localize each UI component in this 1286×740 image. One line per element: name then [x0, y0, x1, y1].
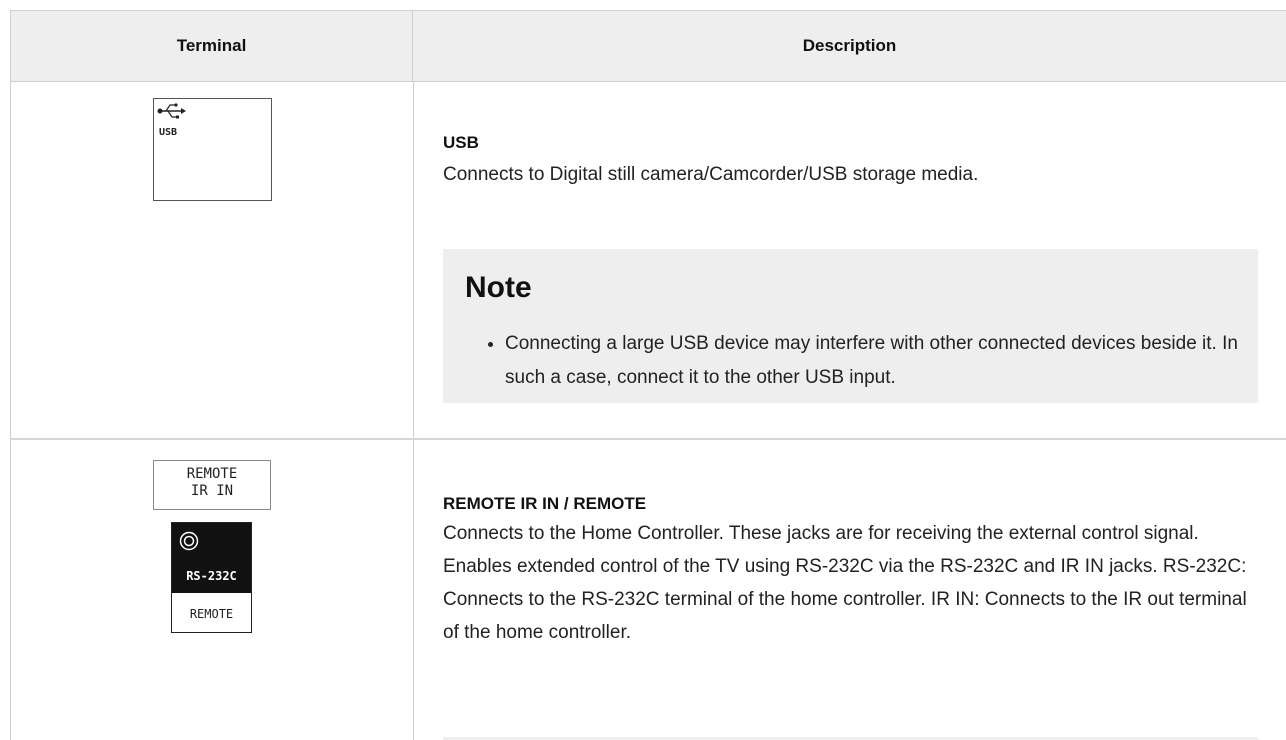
note-list: Connecting a large USB device may interf… — [443, 327, 1238, 395]
note-title: Note — [465, 271, 532, 304]
header-description: Description — [802, 36, 897, 55]
usb-description: Connects to Digital still camera/Camcord… — [443, 164, 979, 185]
remote-description: Connects to the Home Controller. These j… — [443, 523, 1247, 643]
row-divider — [10, 438, 1286, 440]
note-item: Connecting a large USB device may interf… — [505, 327, 1238, 395]
header-terminal: Terminal — [10, 11, 413, 81]
ir-icon-label-line1: REMOTE — [186, 466, 238, 482]
remote-icon-label: REMOTE — [189, 607, 234, 621]
remote-ir-in-terminal-icon: REMOTE IR IN — [153, 460, 271, 510]
usb-note-box: Note Connecting a large USB device may i… — [443, 249, 1258, 403]
table-header-row: Terminal Description — [10, 10, 1286, 82]
rs232c-icon-label: RS-232C — [186, 569, 237, 583]
column-divider — [413, 82, 414, 740]
remote-title: REMOTE IR IN / REMOTE — [443, 494, 647, 513]
jack-icon — [179, 531, 199, 551]
usb-title: USB — [443, 133, 479, 152]
usb-icon-label: USB — [159, 127, 178, 138]
rs232c-remote-terminal-icon: RS-232C REMOTE — [171, 522, 252, 633]
usb-terminal-icon: USB — [153, 98, 272, 201]
column-divider-left — [10, 82, 11, 740]
ir-icon-label-line2: IR IN — [190, 483, 234, 499]
usb-symbol-icon — [157, 103, 186, 119]
